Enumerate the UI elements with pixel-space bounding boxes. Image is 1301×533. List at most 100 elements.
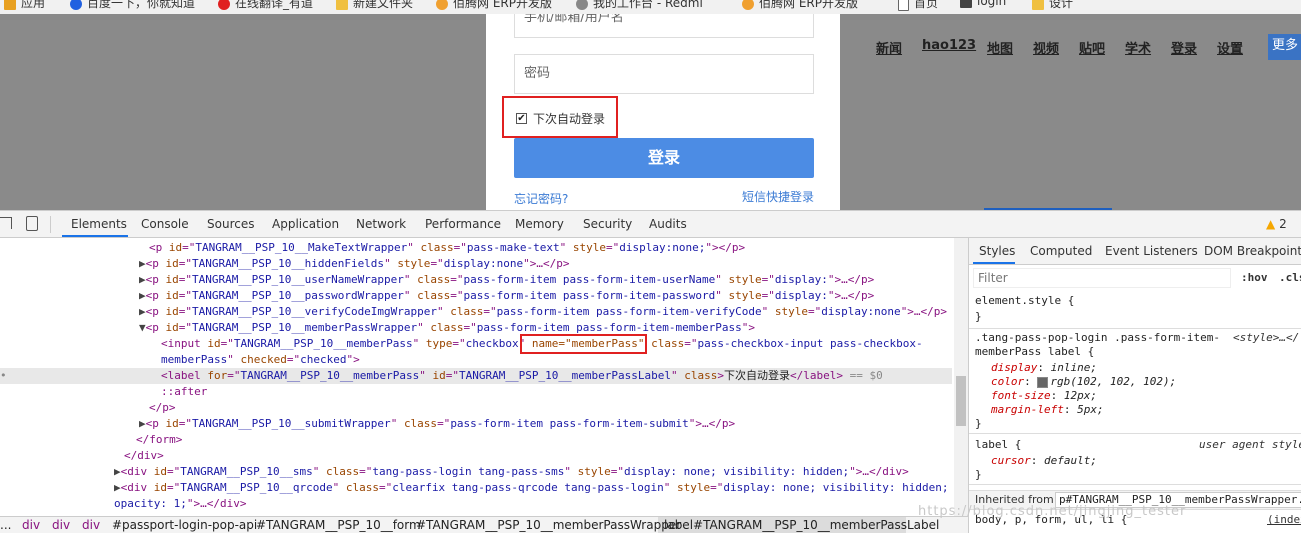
- scrollbar-thumb[interactable]: [956, 376, 966, 426]
- dom-node-input-cont[interactable]: memberPass" checked="checked">: [161, 352, 360, 368]
- remember-me-checkbox[interactable]: ✔: [516, 113, 527, 124]
- warnings-counter[interactable]: ▲ 2: [1266, 217, 1287, 231]
- dom-node[interactable]: ▶<div id="TANGRAM__PSP_10__qrcode" class…: [114, 480, 949, 496]
- bookmark-erp-1[interactable]: 佰腾网 ERP开发版: [436, 0, 552, 11]
- rule-source: user agent style: [1199, 438, 1301, 451]
- css-rule-label-ua[interactable]: label { user agent style cursor: default…: [969, 434, 1301, 485]
- crumb-overflow[interactable]: ...: [0, 518, 11, 532]
- rule-source-link[interactable]: <style>…</: [1233, 331, 1299, 344]
- bookmark-baidu[interactable]: 百度一下，你就知道: [70, 0, 195, 11]
- tab-event-listeners[interactable]: Event Listeners: [1105, 244, 1198, 258]
- bookmark-erp-2[interactable]: 佰腾网 ERP开发版: [742, 0, 858, 11]
- crumb-login-pop[interactable]: #passport-login-pop-api: [112, 518, 257, 532]
- tab-dom-breakpoints[interactable]: DOM Breakpoints: [1204, 244, 1301, 258]
- prop-margin-left[interactable]: margin-left: 5px;: [991, 403, 1104, 416]
- nav-tieba[interactable]: 贴吧: [1079, 38, 1105, 57]
- active-tab-indicator: [973, 262, 1015, 264]
- rule-selector: .tang-pass-pop-login .pass-form-item-: [975, 331, 1221, 344]
- rule-selector: label {: [975, 438, 1022, 451]
- tab-sources[interactable]: Sources: [207, 217, 254, 231]
- crumb-div[interactable]: div: [82, 518, 100, 532]
- body-rule-source-link[interactable]: (index: [1267, 513, 1301, 526]
- sms-login-link[interactable]: 短信快捷登录: [742, 188, 814, 205]
- css-rule-memberpass-label[interactable]: .tang-pass-pop-login .pass-form-item- <s…: [969, 329, 1301, 434]
- dom-node-label[interactable]: <label for="TANGRAM__PSP_10__memberPass"…: [161, 368, 883, 384]
- prop-cursor[interactable]: cursor: default;: [991, 454, 1097, 467]
- redmine-icon: [576, 0, 588, 10]
- bookmark-youdao[interactable]: 在线翻译_有道: [218, 0, 313, 11]
- bookmark-home[interactable]: 首页: [898, 0, 938, 11]
- tab-styles[interactable]: Styles: [979, 244, 1015, 258]
- nav-settings[interactable]: 设置: [1217, 38, 1243, 57]
- rule-selector-cont: memberPass label {: [975, 345, 1095, 358]
- tab-performance[interactable]: Performance: [425, 217, 501, 231]
- dom-pseudo-after[interactable]: ::after: [161, 384, 207, 400]
- image-icon: [960, 0, 972, 8]
- rule-close: }: [975, 468, 982, 481]
- device-toolbar-icon[interactable]: [26, 216, 38, 231]
- nav-xueshu[interactable]: 学术: [1125, 38, 1151, 57]
- bookmark-design[interactable]: 设计: [1032, 0, 1073, 11]
- bookmark-login[interactable]: login: [960, 0, 1006, 8]
- prop-display[interactable]: display: inline;: [991, 361, 1097, 374]
- nav-news[interactable]: 新闻: [876, 38, 902, 57]
- rule-close: }: [975, 417, 982, 430]
- nav-login[interactable]: 登录: [1171, 38, 1197, 57]
- active-tab-indicator: [62, 235, 128, 237]
- forgot-password-link[interactable]: 忘记密码?: [514, 190, 568, 207]
- bookmark-folder[interactable]: 新建文件夹: [336, 0, 413, 11]
- more-products-button[interactable]: 更多: [1268, 34, 1301, 60]
- tab-console[interactable]: Console: [141, 217, 189, 231]
- inspect-element-icon[interactable]: [0, 217, 12, 229]
- dom-close-form: </form>: [136, 433, 183, 446]
- dom-node[interactable]: ▶<p id="TANGRAM__PSP_10__submitWrapper" …: [139, 416, 735, 432]
- tab-elements[interactable]: Elements: [71, 217, 127, 231]
- hov-toggle[interactable]: :hov: [1241, 271, 1268, 284]
- dom-node[interactable]: ▶<p id="TANGRAM__PSP_10__userNameWrapper…: [139, 272, 874, 288]
- cls-toggle[interactable]: .cls: [1279, 271, 1301, 284]
- tab-network[interactable]: Network: [356, 217, 406, 231]
- crumb-div[interactable]: div: [52, 518, 70, 532]
- baidu-icon: [70, 0, 82, 10]
- dom-node[interactable]: ▶<div id="TANGRAM__PSP_10__sms" class="t…: [114, 464, 909, 480]
- nav-video[interactable]: 视频: [1033, 38, 1059, 57]
- erp-icon: [436, 0, 448, 10]
- elements-panel[interactable]: <p id="TANGRAM__PSP_10__MakeTextWrapper"…: [0, 238, 968, 516]
- login-button[interactable]: 登录: [514, 138, 814, 178]
- crumb-div[interactable]: div: [22, 518, 40, 532]
- crumb-memberpass-label[interactable]: label#TANGRAM__PSP_10__memberPassLabel: [664, 518, 939, 532]
- tab-application[interactable]: Application: [272, 217, 339, 231]
- folder-icon: [1032, 0, 1044, 10]
- dom-close-div: </div>: [124, 449, 164, 462]
- crumb-form[interactable]: #TANGRAM__PSP_10__form: [256, 518, 421, 532]
- element-style-rule[interactable]: element.style { }: [969, 292, 1301, 329]
- dom-node[interactable]: ▶<p id="TANGRAM__PSP_10__passwordWrapper…: [139, 288, 874, 304]
- elements-scrollbar[interactable]: [954, 238, 968, 516]
- page-icon: [898, 0, 909, 11]
- bookmarks-bar: 应用 百度一下，你就知道 在线翻译_有道 新建文件夹 佰腾网 ERP开发版 我的…: [0, 0, 1301, 14]
- crumb-memberpass-wrapper[interactable]: #TANGRAM__PSP_10__memberPassWrapper: [416, 518, 681, 532]
- dom-node[interactable]: ▼<p id="TANGRAM__PSP_10__memberPassWrapp…: [139, 320, 755, 336]
- dom-node[interactable]: <p id="TANGRAM__PSP_10__MakeTextWrapper"…: [149, 240, 745, 256]
- remember-me-label[interactable]: 下次自动登录: [533, 110, 605, 127]
- password-field[interactable]: 密码: [514, 54, 814, 94]
- nav-map[interactable]: 地图: [987, 38, 1013, 57]
- apps-icon: [4, 0, 16, 10]
- prop-font-size[interactable]: font-size: 12px;: [991, 389, 1097, 402]
- prop-color[interactable]: color: rgb(102, 102, 102);: [991, 375, 1176, 388]
- dom-node[interactable]: ▶<p id="TANGRAM__PSP_10__hiddenFields" s…: [139, 256, 570, 272]
- styles-filter-input[interactable]: Filter: [973, 268, 1231, 288]
- nav-hao123[interactable]: hao123: [922, 38, 976, 53]
- bookmark-redmine[interactable]: 我的工作台 - Redmi: [576, 0, 703, 11]
- tab-computed[interactable]: Computed: [1030, 244, 1092, 258]
- username-field[interactable]: 手机/邮箱/用户名: [514, 14, 814, 38]
- tab-audits[interactable]: Audits: [649, 217, 687, 231]
- tab-security[interactable]: Security: [583, 217, 632, 231]
- dom-node[interactable]: ▶<p id="TANGRAM__PSP_10__verifyCodeImgWr…: [139, 304, 947, 320]
- color-swatch[interactable]: [1037, 376, 1049, 388]
- tab-memory[interactable]: Memory: [515, 217, 564, 231]
- dom-node-cont[interactable]: opacity: 1;">…</div>: [114, 496, 246, 512]
- bookmark-apps[interactable]: 应用: [4, 0, 45, 11]
- breadcrumb: ... div div div #passport-login-pop-api …: [0, 516, 968, 533]
- youdao-icon: [218, 0, 230, 10]
